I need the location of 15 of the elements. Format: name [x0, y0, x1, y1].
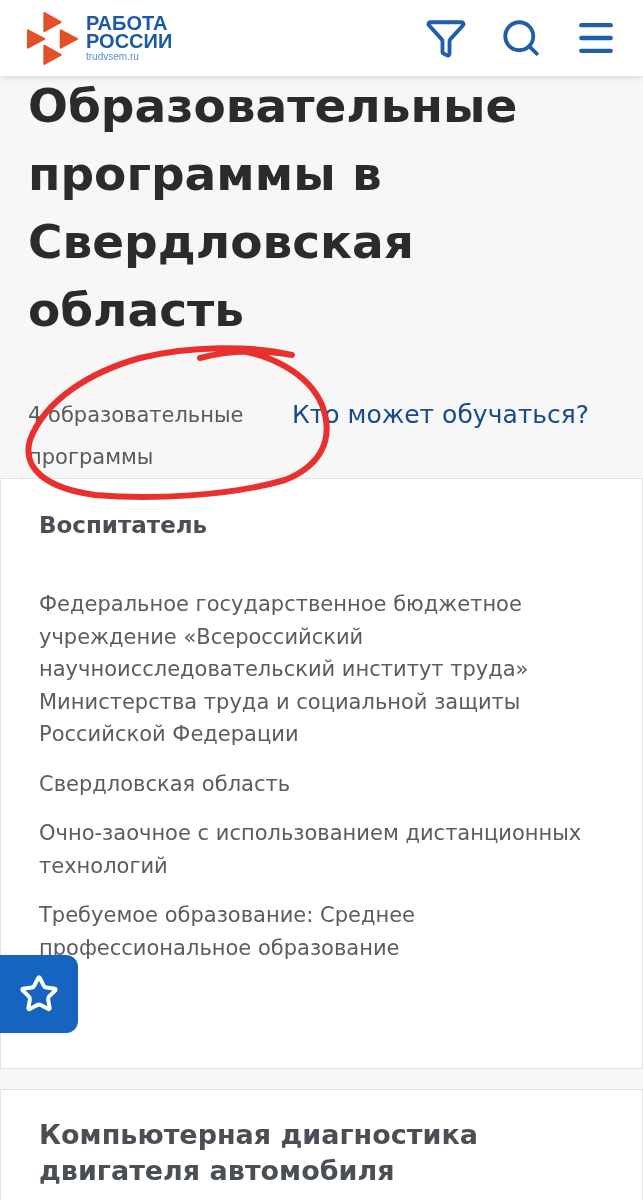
star-icon: [19, 974, 59, 1014]
logo-domain: trudvsem.ru: [86, 49, 140, 63]
page-title: Образовательные программы в Свердловская область: [28, 77, 519, 339]
program-title: Воспитатель: [39, 511, 209, 539]
logo-triangles-icon: [26, 11, 78, 65]
funnel-icon: [425, 17, 467, 59]
program-study-format: Очно-заочное с использованием дистанционных технологий: [39, 820, 583, 880]
search-icon: [500, 17, 542, 59]
logo-title[interactable]: РАБОТА РОССИИ: [86, 13, 173, 50]
program-education-requirement: Требуемое образование: Среднее профессиональное образование: [39, 902, 416, 962]
program-region: Свердловская область: [39, 770, 292, 798]
program-title: Компьютерная диагностика двигателя автомобиля: [39, 1118, 479, 1188]
program-organization: Федеральное государственное бюджетное учреждение «Всероссийский научноисследовательский институт труда» Министерства труда и социальной защиты Российской Федерации: [39, 591, 530, 748]
program-card[interactable]: Компьютерная диагностика двигателя автомобиля: [0, 1089, 643, 1200]
program-card[interactable]: [0, 478, 643, 1069]
